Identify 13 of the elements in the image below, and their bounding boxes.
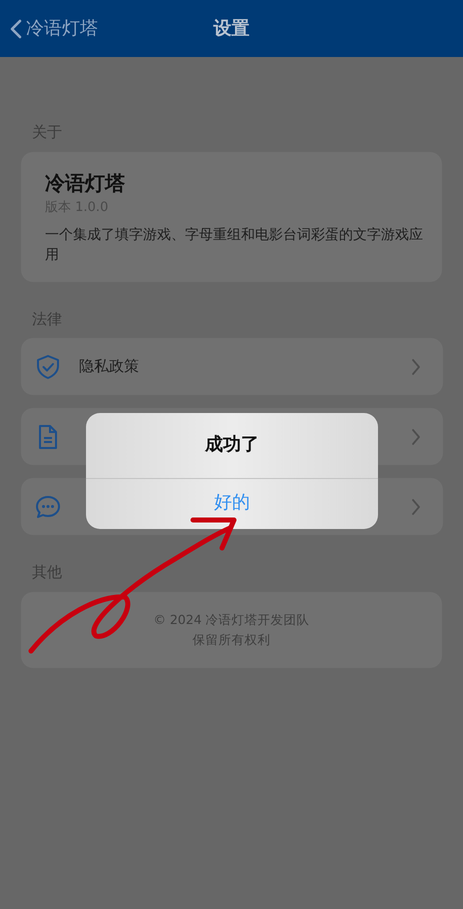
dialog-title: 成功了 xyxy=(205,434,259,455)
ok-button[interactable]: 好的 xyxy=(86,478,378,529)
app-name: 冷语灯塔 xyxy=(45,170,126,196)
screen-title: 设置 xyxy=(214,17,250,41)
list-item[interactable]: 隐私政策 xyxy=(21,338,443,396)
chevron-right-icon xyxy=(411,358,421,376)
back-button[interactable]: 冷语灯塔 xyxy=(10,0,98,57)
chevron-right-icon xyxy=(411,498,421,516)
description-text: 一个集成了填字游戏、字母重组和电影台词彩蛋的文字游戏应用 xyxy=(45,226,424,266)
shield-check-icon xyxy=(35,354,61,380)
back-chevron-icon xyxy=(10,18,22,38)
chevron-right-icon xyxy=(411,428,421,446)
chat-bubble-icon xyxy=(35,494,61,520)
